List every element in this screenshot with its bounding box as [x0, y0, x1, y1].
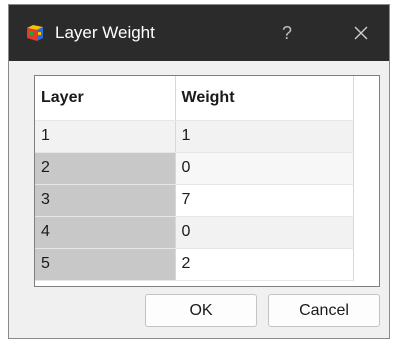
layer-cell[interactable]: 2	[35, 152, 176, 185]
title-bar: Layer Weight ?	[9, 5, 389, 61]
table-row: 2 0	[35, 152, 354, 185]
weight-cell[interactable]: 7	[175, 184, 354, 217]
table-row: 1 1	[35, 120, 354, 153]
ok-button[interactable]: OK	[145, 294, 257, 327]
layer-cell[interactable]: 5	[35, 248, 176, 281]
cube-app-icon	[25, 23, 45, 43]
layer-weight-dialog: Layer Weight ? Layer Weight 1 1 2 0 3 7 …	[8, 4, 390, 339]
weight-table: Layer Weight 1 1 2 0 3 7 4 0 5 2	[34, 75, 380, 287]
help-icon: ?	[281, 23, 292, 43]
dialog-title: Layer Weight	[55, 23, 155, 42]
weight-cell[interactable]: 1	[175, 120, 354, 153]
close-icon	[354, 26, 368, 40]
cancel-button[interactable]: Cancel	[268, 294, 380, 327]
weight-cell[interactable]: 2	[175, 248, 354, 281]
column-header-layer[interactable]: Layer	[35, 76, 176, 121]
layer-cell[interactable]: 4	[35, 216, 176, 249]
weight-cell[interactable]: 0	[175, 152, 354, 185]
weight-cell[interactable]: 0	[175, 216, 354, 249]
table-row: 4 0	[35, 216, 354, 249]
table-row: 5 2	[35, 248, 354, 281]
help-button[interactable]: ?	[267, 17, 307, 49]
layer-cell[interactable]: 1	[35, 120, 176, 153]
close-button[interactable]	[341, 17, 381, 49]
column-header-weight[interactable]: Weight	[175, 76, 354, 121]
table-row: 3 7	[35, 184, 354, 217]
layer-cell[interactable]: 3	[35, 184, 176, 217]
